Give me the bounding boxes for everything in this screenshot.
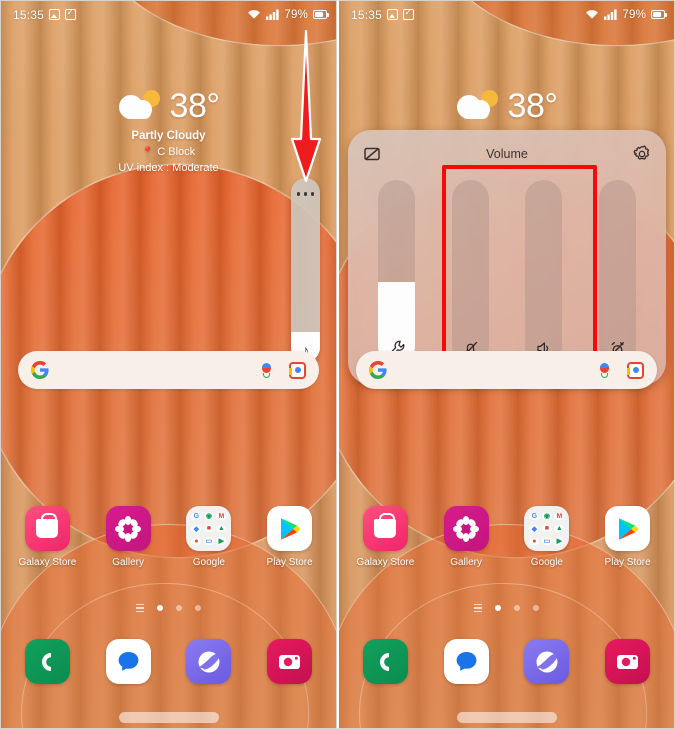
page-indicator — [339, 604, 674, 613]
google-g-logo — [31, 361, 49, 379]
app-gallery[interactable]: Gallery — [430, 506, 502, 568]
galaxy-store-icon[interactable] — [24, 506, 70, 551]
checkbox-icon — [403, 7, 415, 20]
microphone-icon[interactable] — [600, 362, 609, 378]
page-dot-1[interactable] — [495, 605, 501, 612]
page-dot-3[interactable] — [533, 605, 539, 612]
page-dot-3[interactable] — [195, 605, 201, 612]
status-bar: 15:35 79% — [339, 1, 674, 28]
google-search-bar[interactable] — [356, 351, 657, 389]
galaxy-store-icon[interactable] — [362, 506, 408, 551]
volume-panel-header: Volume — [348, 141, 666, 167]
app-label: Play Store — [266, 557, 313, 568]
page-dot-1[interactable] — [157, 605, 163, 612]
camera-icon[interactable] — [605, 639, 651, 684]
image-icon — [387, 9, 399, 20]
gallery-icon[interactable] — [443, 506, 489, 551]
app-galaxy-store[interactable]: Galaxy Store — [349, 506, 421, 568]
internet-icon[interactable] — [186, 639, 232, 684]
play-store-icon[interactable] — [267, 506, 313, 551]
wifi-icon — [585, 9, 599, 20]
checkbox-icon — [65, 7, 77, 20]
app-play-store[interactable]: Play Store — [592, 506, 664, 568]
page-dot-2[interactable] — [176, 605, 182, 612]
status-bar: 15:35 79% — [1, 1, 336, 28]
volume-slider-system[interactable] — [598, 180, 636, 365]
home-gesture-pill[interactable] — [118, 712, 219, 723]
battery-icon — [313, 10, 329, 19]
microphone-icon[interactable] — [262, 362, 271, 378]
app-google-folder[interactable]: G ◉ M ◆ ■ ▲ ● ▭ ▶ Google — [173, 506, 245, 568]
google-search-bar[interactable] — [18, 351, 319, 389]
apps-list-icon[interactable] — [474, 604, 482, 613]
app-label: Galaxy Store — [356, 557, 415, 568]
app-google-folder[interactable]: G ◉ M ◆ ■ ▲ ● ▭ ▶ Google — [511, 506, 583, 568]
phone-screenshot-right: 15:35 79% — [337, 0, 675, 729]
volume-sliders — [348, 180, 666, 365]
messages-icon[interactable] — [105, 639, 151, 684]
image-icon — [49, 9, 61, 20]
app-label: Gallery — [450, 557, 482, 568]
app-label: Google — [192, 557, 225, 568]
wifi-icon — [247, 9, 261, 20]
app-grid: Galaxy Store Gallery G ◉ M ◆ ■ ▲ ● ▭ ▶ G… — [339, 506, 674, 568]
volume-panel-title: Volume — [486, 147, 528, 161]
home-gesture-pill[interactable] — [456, 712, 557, 723]
app-label: Gallery — [112, 557, 144, 568]
dock — [339, 639, 674, 684]
app-galaxy-store[interactable]: Galaxy Store — [11, 506, 83, 568]
camera-icon[interactable] — [267, 639, 313, 684]
battery-icon — [651, 10, 667, 19]
volume-slider-ringtone[interactable] — [451, 180, 489, 365]
phone-icon[interactable] — [24, 639, 70, 684]
phone-screenshot-left: 15:35 79% — [0, 0, 337, 729]
app-label: Play Store — [604, 557, 651, 568]
page-indicator — [1, 604, 336, 613]
volume-panel: Volume — [348, 130, 666, 385]
red-down-arrow-annotation — [289, 29, 323, 185]
settings-gear-icon[interactable] — [632, 144, 652, 164]
battery-percent-label: 79% — [622, 8, 646, 21]
google-folder-icon[interactable]: G ◉ M ◆ ■ ▲ ● ▭ ▶ — [524, 506, 570, 551]
collapsed-volume-slider[interactable]: ♪ — [291, 178, 320, 362]
page-dot-2[interactable] — [514, 605, 520, 612]
volume-slider-notification[interactable] — [525, 180, 563, 365]
google-lens-icon[interactable] — [289, 361, 306, 379]
google-lens-icon[interactable] — [627, 361, 644, 379]
gallery-icon[interactable] — [105, 506, 151, 551]
status-bar-clock: 15:35 — [13, 7, 45, 22]
signal-icon — [266, 9, 279, 20]
play-store-icon[interactable] — [605, 506, 651, 551]
battery-percent-label: 79% — [284, 8, 308, 21]
app-label: Google — [530, 557, 563, 568]
media-output-off-icon[interactable] — [362, 144, 382, 164]
google-folder-icon[interactable]: G ◉ M ◆ ■ ▲ ● ▭ ▶ — [186, 506, 232, 551]
status-bar-clock: 15:35 — [351, 7, 383, 22]
app-label: Galaxy Store — [18, 557, 77, 568]
app-grid: Galaxy Store Gallery G ◉ M ◆ ■ ▲ ● ▭ ▶ G… — [1, 506, 336, 568]
more-options-icon[interactable] — [291, 192, 320, 196]
app-play-store[interactable]: Play Store — [254, 506, 326, 568]
app-gallery[interactable]: Gallery — [92, 506, 164, 568]
internet-icon[interactable] — [524, 639, 570, 684]
signal-icon — [604, 9, 617, 20]
volume-slider-media[interactable] — [378, 180, 416, 365]
google-g-logo — [369, 361, 387, 379]
screenshot-canvas: 15:35 79% — [0, 0, 675, 729]
apps-list-icon[interactable] — [136, 604, 144, 613]
phone-icon[interactable] — [362, 639, 408, 684]
messages-icon[interactable] — [443, 639, 489, 684]
dock — [1, 639, 336, 684]
